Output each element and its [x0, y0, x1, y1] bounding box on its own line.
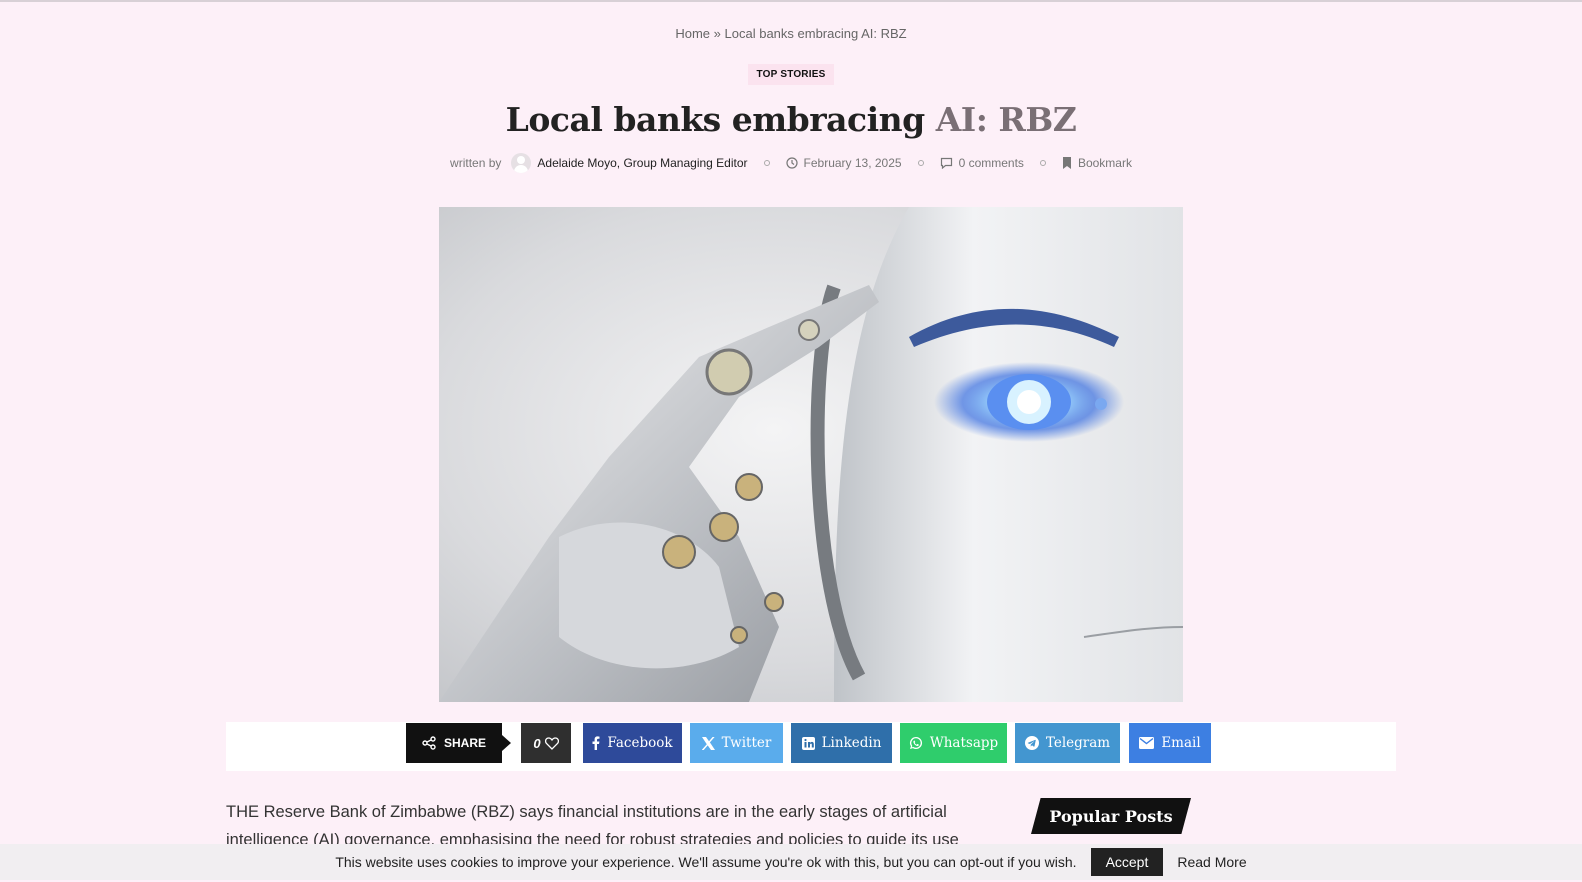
- telegram-icon: [1024, 736, 1039, 750]
- linkedin-icon: [801, 736, 815, 750]
- comments-link[interactable]: 0 comments: [959, 156, 1024, 170]
- x-icon: [701, 736, 715, 750]
- cookie-message: This website uses cookies to improve you…: [335, 854, 1077, 870]
- heart-icon: [544, 736, 559, 750]
- breadcrumb-current: Local banks embracing AI: RBZ: [724, 26, 907, 41]
- share-icon: [422, 736, 436, 750]
- bookmark-block[interactable]: Bookmark: [1062, 156, 1132, 170]
- author-block: written by Adelaide Moyo, Group Managing…: [450, 153, 748, 173]
- avatar[interactable]: [511, 153, 532, 173]
- cookie-banner: This website uses cookies to improve you…: [0, 844, 1582, 880]
- clock-icon: [785, 157, 798, 169]
- top-border: [0, 0, 1582, 2]
- email-icon: [1139, 737, 1155, 749]
- whatsapp-icon: [909, 736, 922, 749]
- like-button[interactable]: 0: [521, 723, 571, 763]
- meta-separator: [917, 160, 924, 166]
- breadcrumb-home-link[interactable]: Home: [675, 26, 710, 41]
- title-fade: AI: RBZ: [935, 100, 1077, 139]
- breadcrumb-separator: »: [713, 26, 721, 41]
- email-label: Email: [1161, 735, 1201, 751]
- cookie-read-more-link[interactable]: Read More: [1177, 854, 1246, 870]
- facebook-icon: [592, 736, 600, 750]
- post-date: February 13, 2025: [803, 156, 902, 170]
- telegram-label: Telegram: [1045, 735, 1111, 751]
- linkedin-label: Linkedin: [821, 735, 882, 751]
- twitter-label: Twitter: [721, 735, 772, 751]
- category-wrap: TOP STORIES: [0, 64, 1582, 85]
- breadcrumb: Home » Local banks embracing AI: RBZ: [0, 26, 1582, 41]
- meta-separator: [1039, 160, 1046, 166]
- share-whatsapp-button[interactable]: Whatsapp: [900, 723, 1007, 763]
- like-count: 0: [533, 735, 541, 751]
- share-email-button[interactable]: Email: [1129, 723, 1211, 763]
- title-main: Local banks embracing: [505, 100, 936, 139]
- written-by-label: written by: [450, 156, 502, 170]
- category-badge[interactable]: TOP STORIES: [747, 64, 835, 85]
- share-label-text: SHARE: [443, 736, 486, 750]
- bookmark-icon: [1062, 157, 1071, 169]
- facebook-label: Facebook: [607, 735, 673, 751]
- comment-icon: [940, 157, 952, 169]
- comments-block[interactable]: 0 comments: [940, 156, 1024, 170]
- share-label: SHARE: [406, 723, 511, 763]
- date-block: February 13, 2025: [785, 156, 902, 170]
- featured-image: [439, 207, 1183, 702]
- bookmark-link[interactable]: Bookmark: [1078, 156, 1132, 170]
- popular-posts-heading: Popular Posts: [1031, 798, 1191, 834]
- post-meta: written by Adelaide Moyo, Group Managing…: [0, 153, 1582, 173]
- share-facebook-button[interactable]: Facebook: [583, 723, 682, 763]
- share-linkedin-button[interactable]: Linkedin: [791, 723, 892, 763]
- robot-illustration: [439, 207, 1183, 702]
- share-twitter-button[interactable]: Twitter: [690, 723, 783, 763]
- share-telegram-button[interactable]: Telegram: [1015, 723, 1120, 763]
- cookie-accept-button[interactable]: Accept: [1090, 848, 1164, 876]
- whatsapp-label: Whatsapp: [929, 735, 999, 751]
- page-title: Local banks embracing AI: RBZ: [0, 100, 1582, 139]
- meta-separator: [763, 160, 770, 166]
- author-link[interactable]: Adelaide Moyo, Group Managing Editor: [537, 156, 747, 170]
